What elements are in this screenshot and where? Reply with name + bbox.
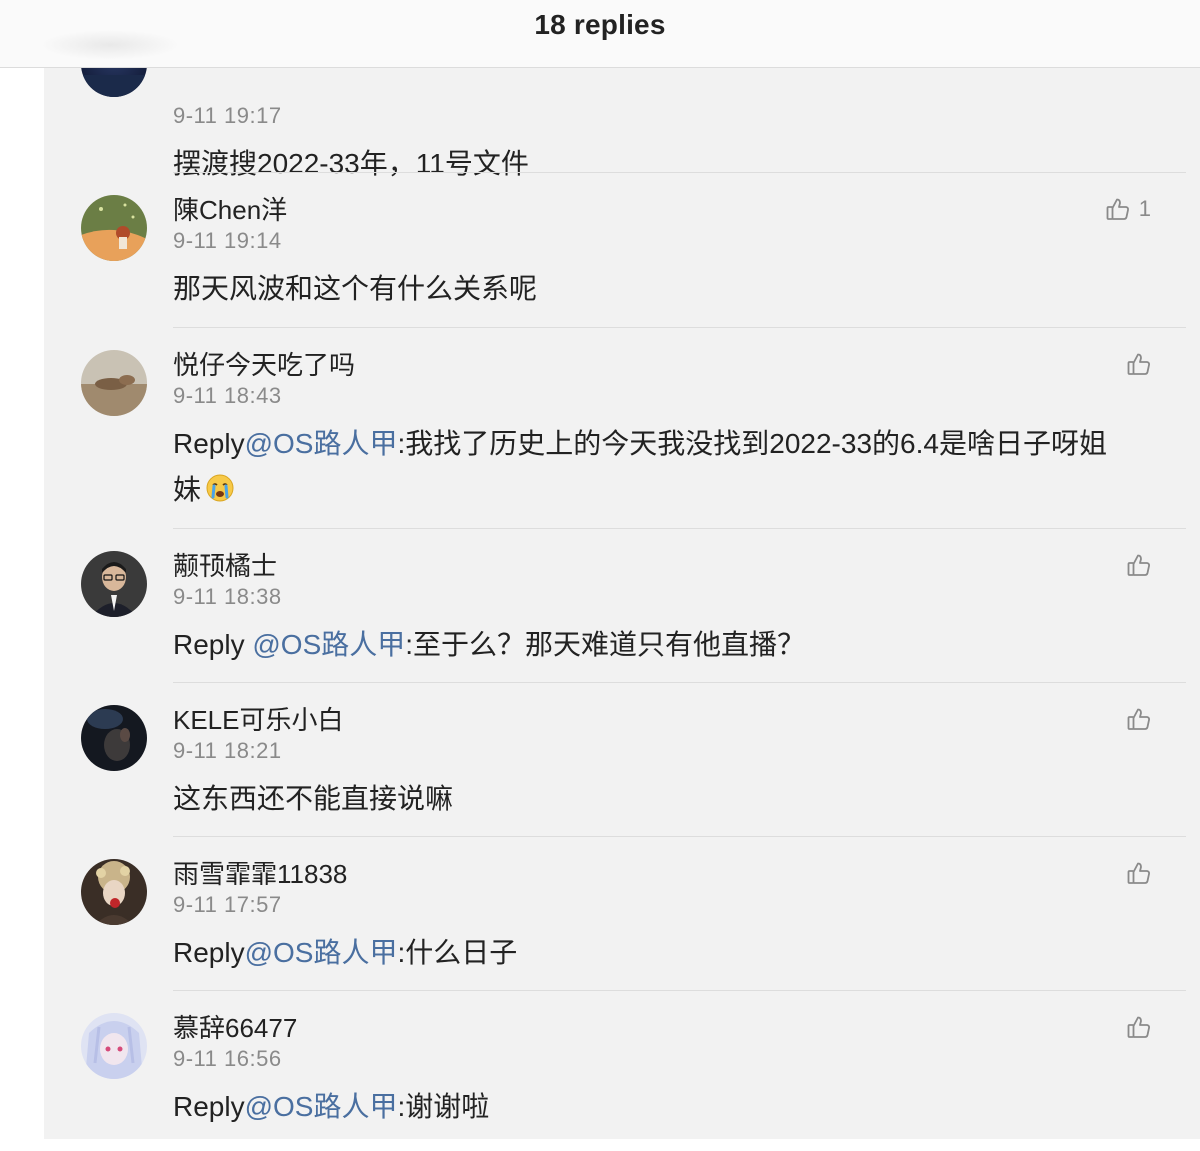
avatar[interactable] [81, 859, 147, 925]
like-button[interactable] [1126, 552, 1152, 578]
replies-header: 18 replies [0, 0, 1200, 68]
comment-item[interactable]: 雨雪霏霏11838 9-11 17:57 Reply@OS路人甲:什么日子 [44, 837, 1200, 991]
mention-link[interactable]: @OS路人甲 [245, 1091, 398, 1122]
replies-list[interactable]: 9-11 19:17 摆渡搜2022-33年，11号文件 陳Chen洋 9-11… [44, 68, 1200, 1139]
avatar[interactable] [81, 350, 147, 416]
comment-text: 那天风波和这个有什么关系呢 [173, 273, 538, 304]
commenter-name[interactable]: 颟顸橘士 [173, 546, 277, 583]
commenter-name[interactable]: KELE可乐小白 [173, 700, 344, 737]
comment-item[interactable]: 9-11 19:17 摆渡搜2022-33年，11号文件 [44, 68, 1200, 179]
like-count: 1 [1138, 196, 1151, 221]
commenter-name[interactable]: 慕辞66477 [173, 1008, 297, 1045]
mention-link[interactable]: @OS路人甲 [252, 629, 405, 660]
avatar[interactable] [81, 195, 147, 261]
commenter-name[interactable]: 悦仔今天吃了吗 [173, 345, 355, 382]
avatar[interactable] [81, 705, 147, 771]
reply-body: :什么日子 [397, 937, 518, 968]
comment-time: 9-11 18:21 [173, 738, 282, 763]
like-button[interactable]: 1 [1105, 196, 1151, 222]
like-button[interactable] [1126, 860, 1152, 886]
crying-face-icon [205, 471, 235, 502]
thumbs-up-icon [1126, 351, 1152, 377]
comment-item[interactable]: 悦仔今天吃了吗 9-11 18:43 Reply@OS路人甲:我找了历史上的今天… [44, 328, 1200, 528]
reply-prefix: Reply [173, 1091, 245, 1122]
comment-text: Reply@OS路人甲:谢谢啦 [173, 1084, 1133, 1130]
commenter-name[interactable]: 雨雪霏霏11838 [173, 854, 347, 891]
like-button[interactable] [1126, 351, 1152, 377]
avatar[interactable] [81, 68, 147, 97]
thumbs-up-icon [1126, 552, 1152, 578]
mention-link[interactable]: @OS路人甲 [245, 937, 398, 968]
comment-item[interactable]: KELE可乐小白 9-11 18:21 这东西还不能直接说嘛 [44, 683, 1200, 837]
reply-prefix: Reply [173, 629, 253, 660]
comment-time: 9-11 17:57 [173, 892, 282, 917]
comment-item[interactable]: 颟顸橘士 9-11 18:38 Reply @OS路人甲:至于么？那天难道只有他… [44, 529, 1200, 683]
comment-time: 9-11 19:14 [173, 228, 282, 253]
comment-text: 这东西还不能直接说嘛 [173, 783, 454, 814]
thumbs-up-icon [1126, 860, 1152, 886]
reply-prefix: Reply [173, 937, 245, 968]
reply-body: :至于么？那天难道只有他直播？ [405, 629, 806, 660]
comment-time: 9-11 18:43 [173, 383, 282, 408]
comment-item[interactable]: 慕辞66477 9-11 16:56 Reply@OS路人甲:谢谢啦 [44, 991, 1200, 1139]
comment-time: 9-11 16:56 [173, 1046, 282, 1071]
thumbs-up-icon [1105, 196, 1131, 222]
bottom-edge [0, 1139, 1200, 1151]
comment-time: 9-11 19:17 [173, 103, 282, 128]
reply-prefix: Reply [173, 428, 245, 459]
comment-item[interactable]: 陳Chen洋 9-11 19:14 那天风波和这个有什么关系呢 1 [44, 173, 1200, 327]
comment-text: Reply@OS路人甲:我找了历史上的今天我没找到2022-33的6.4是啥日子… [173, 421, 1133, 513]
comment-text: Reply @OS路人甲:至于么？那天难道只有他直播？ [173, 622, 1133, 668]
like-button[interactable] [1126, 1014, 1152, 1040]
avatar[interactable] [81, 551, 147, 617]
reply-body: :谢谢啦 [397, 1091, 490, 1122]
thumbs-up-icon [1126, 706, 1152, 732]
thumbs-up-icon [1126, 1014, 1152, 1040]
comment-text: Reply@OS路人甲:什么日子 [173, 930, 1133, 976]
header-back-area [40, 30, 180, 60]
mention-link[interactable]: @OS路人甲 [245, 428, 398, 459]
replies-title: 18 replies [534, 8, 666, 40]
avatar[interactable] [81, 1013, 147, 1079]
like-button[interactable] [1126, 706, 1152, 732]
comment-time: 9-11 18:38 [173, 584, 282, 609]
commenter-name[interactable]: 陳Chen洋 [173, 190, 287, 227]
